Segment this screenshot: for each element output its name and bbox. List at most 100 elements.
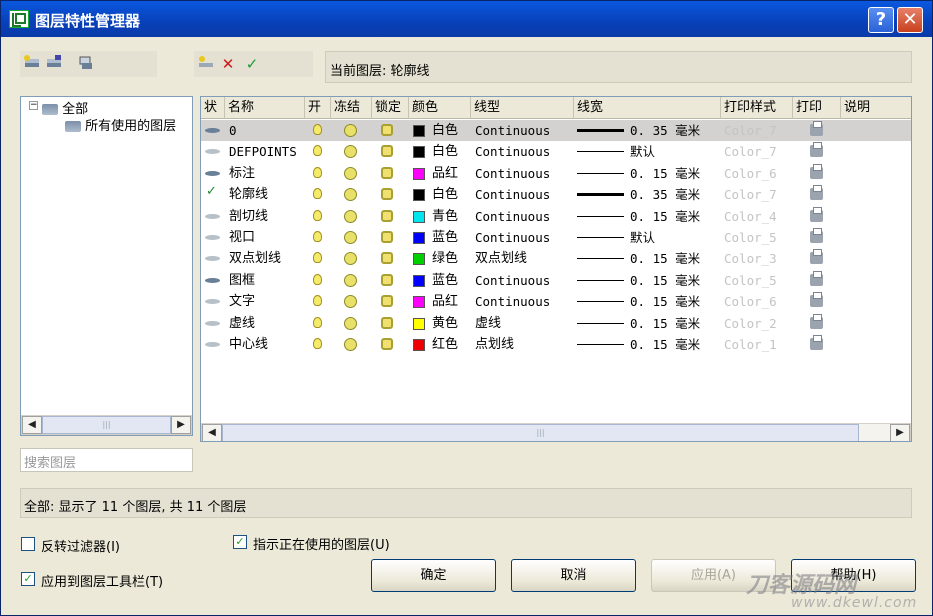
table-row[interactable]: 虚线 黄色 虚线 0. 15 毫米 Color_2 (201, 313, 911, 334)
scroll-left-icon[interactable]: ◀ (202, 424, 222, 441)
printer-icon[interactable] (810, 249, 823, 265)
layer-name[interactable]: 剖切线 (229, 206, 268, 227)
color-name[interactable]: 蓝色 (432, 227, 458, 248)
thaw-sun-icon[interactable] (344, 338, 357, 351)
layer-status-icon[interactable] (205, 342, 220, 347)
linetype[interactable]: Continuous (475, 227, 550, 248)
invert-filter-checkbox[interactable] (21, 537, 35, 551)
close-button[interactable]: ✕ (897, 7, 923, 33)
color-name[interactable]: 青色 (432, 206, 458, 227)
column-header[interactable]: 锁定 (372, 97, 409, 119)
lineweight[interactable]: 0. 15 毫米 (630, 163, 700, 184)
layer-status-icon[interactable] (205, 256, 220, 262)
linetype[interactable]: Continuous (475, 184, 550, 205)
table-row[interactable]: 标注 品红 Continuous 0. 15 毫米 Color_6 (201, 163, 911, 184)
layer-status-icon[interactable] (205, 213, 220, 219)
linetype[interactable]: Continuous (475, 291, 550, 312)
collapse-icon[interactable]: − (29, 101, 38, 110)
on-bulb-icon[interactable] (313, 273, 322, 285)
column-header[interactable]: 冻结 (331, 97, 372, 119)
lineweight[interactable]: 0. 15 毫米 (630, 270, 700, 291)
layer-name[interactable]: 0 (229, 120, 237, 141)
lineweight[interactable]: 0. 15 毫米 (630, 313, 700, 334)
thaw-sun-icon[interactable] (344, 166, 357, 180)
on-bulb-icon[interactable] (313, 124, 322, 135)
printer-icon[interactable] (810, 292, 823, 308)
layer-name[interactable]: 中心线 (229, 334, 268, 355)
tree-hscroll[interactable]: ◀ ||| ▶ (21, 415, 192, 435)
linetype[interactable]: Continuous (475, 120, 550, 141)
color-name[interactable]: 白色 (432, 184, 458, 205)
table-row[interactable]: 中心线 红色 点划线 0. 15 毫米 Color_1 (201, 334, 911, 355)
layer-name[interactable]: 轮廓线 (229, 184, 268, 205)
current-layer-check-icon[interactable]: ✓ (206, 184, 217, 199)
linetype[interactable]: Continuous (475, 270, 550, 291)
layer-status-icon[interactable] (205, 170, 220, 176)
thaw-sun-icon[interactable] (344, 124, 357, 137)
new-group-filter-icon[interactable] (44, 54, 64, 74)
on-bulb-icon[interactable] (313, 316, 322, 328)
layer-name[interactable]: 文字 (229, 291, 255, 312)
column-header[interactable]: 名称 (225, 97, 305, 119)
color-name[interactable]: 绿色 (432, 248, 458, 269)
color-name[interactable]: 品红 (432, 291, 458, 312)
linetype[interactable]: Continuous (475, 206, 550, 227)
scroll-thumb[interactable]: ||| (222, 424, 859, 441)
printer-icon[interactable] (810, 185, 823, 201)
lineweight[interactable]: 0. 15 毫米 (630, 334, 700, 355)
thaw-sun-icon[interactable] (344, 145, 357, 159)
thaw-sun-icon[interactable] (344, 209, 357, 223)
color-swatch[interactable] (413, 146, 425, 159)
column-header[interactable]: 线宽 (574, 97, 721, 119)
table-row[interactable]: 图框 蓝色 Continuous 0. 15 毫米 Color_5 (201, 270, 911, 291)
unlock-icon[interactable] (381, 166, 393, 179)
on-bulb-icon[interactable] (313, 295, 322, 307)
lineweight[interactable]: 0. 35 毫米 (630, 184, 700, 205)
layer-name[interactable]: 虚线 (229, 313, 255, 334)
unlock-icon[interactable] (381, 252, 393, 265)
layer-list-hscroll[interactable]: ◀ ||| ▶ (201, 423, 911, 441)
linetype[interactable]: 点划线 (475, 334, 514, 355)
unlock-icon[interactable] (381, 231, 393, 243)
printer-icon[interactable] (810, 206, 823, 222)
indicate-used-checkbox[interactable]: ✓ (233, 535, 247, 549)
printer-icon[interactable] (810, 121, 823, 136)
color-swatch[interactable] (413, 317, 425, 330)
on-bulb-icon[interactable] (313, 252, 322, 264)
layer-status-icon[interactable] (205, 149, 220, 155)
column-header[interactable]: 打印 (793, 97, 841, 119)
color-swatch[interactable] (413, 189, 425, 202)
lineweight[interactable]: 默认 (630, 141, 655, 162)
linetype[interactable]: 虚线 (475, 313, 501, 334)
layer-name[interactable]: 图框 (229, 270, 255, 291)
lineweight[interactable]: 0. 15 毫米 (630, 248, 700, 269)
thaw-sun-icon[interactable] (344, 188, 357, 202)
table-row[interactable]: 0 白色 Continuous 0. 35 毫米 Color_7 (201, 120, 911, 141)
layer-status-icon[interactable] (205, 320, 220, 326)
color-name[interactable]: 品红 (432, 163, 458, 184)
layer-status-icon[interactable] (205, 299, 220, 305)
color-swatch[interactable] (413, 296, 425, 309)
printer-icon[interactable] (810, 142, 823, 158)
column-header[interactable]: 线型 (471, 97, 574, 119)
layer-status-icon[interactable] (205, 235, 220, 240)
color-name[interactable]: 黄色 (432, 313, 458, 334)
table-row[interactable]: 双点划线 绿色 双点划线 0. 15 毫米 Color_3 (201, 248, 911, 269)
unlock-icon[interactable] (381, 124, 393, 136)
new-layer-icon[interactable] (196, 54, 216, 74)
scroll-right-icon[interactable]: ▶ (890, 424, 910, 441)
lineweight[interactable]: 默认 (630, 227, 655, 248)
layer-status-icon[interactable] (205, 277, 220, 283)
column-header[interactable]: 打印样式 (721, 97, 793, 119)
layer-search-input[interactable]: 搜索图层 (20, 448, 193, 472)
table-row[interactable]: DEFPOINTS 白色 Continuous 默认 Color_7 (201, 141, 911, 162)
column-header[interactable]: 颜色 (409, 97, 471, 119)
table-row[interactable]: ✓ 轮廓线 白色 Continuous 0. 35 毫米 Color_7 (201, 184, 911, 205)
lineweight[interactable]: 0. 15 毫米 (630, 291, 700, 312)
lineweight[interactable]: 0. 15 毫米 (630, 206, 700, 227)
thaw-sun-icon[interactable] (344, 316, 357, 330)
on-bulb-icon[interactable] (313, 145, 322, 157)
scroll-thumb[interactable]: ||| (42, 416, 171, 434)
printer-icon[interactable] (810, 313, 823, 329)
color-swatch[interactable] (413, 232, 425, 244)
